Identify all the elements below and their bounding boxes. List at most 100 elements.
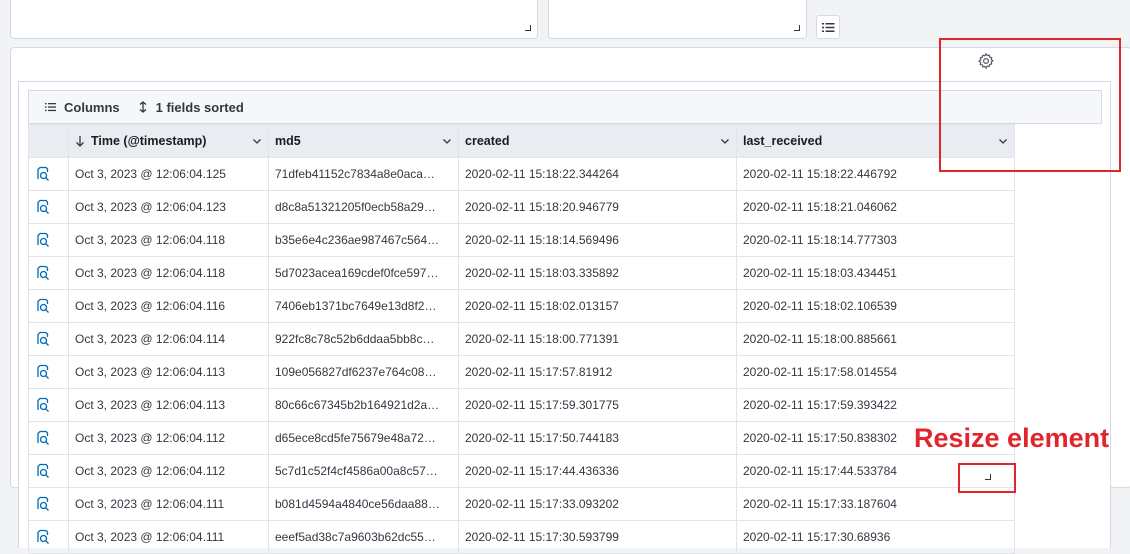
cell-time[interactable]: Oct 3, 2023 @ 12:06:04.111	[68, 487, 269, 521]
columns-label: Columns	[64, 99, 120, 115]
inspect-document-icon[interactable]	[35, 331, 51, 347]
inspect-document-icon[interactable]	[35, 529, 51, 545]
cell-time[interactable]: Oct 3, 2023 @ 12:06:04.118	[68, 223, 269, 257]
top-panel-middle	[548, 0, 807, 39]
list-icon	[45, 103, 56, 112]
cell-created[interactable]: 2020-02-11 15:17:59.301775	[458, 388, 737, 422]
cell-md5[interactable]: d65ece8cd5fe75679e48a72…	[268, 421, 459, 455]
cell-created[interactable]: 2020-02-11 15:17:33.093202	[458, 487, 737, 521]
list-icon	[821, 22, 834, 32]
column-header-label: Time (@timestamp)	[91, 134, 207, 148]
sort-arrows-icon	[139, 101, 147, 113]
column-header-created[interactable]: created	[458, 124, 737, 158]
row-control-cell	[28, 388, 69, 422]
cell-time[interactable]: Oct 3, 2023 @ 12:06:04.113	[68, 388, 269, 422]
row-control-cell	[28, 487, 69, 521]
cell-time[interactable]: Oct 3, 2023 @ 12:06:04.113	[68, 355, 269, 389]
inspect-document-icon[interactable]	[35, 232, 51, 248]
cell-last-received[interactable]: 2020-02-11 15:18:02.106539	[736, 289, 1015, 323]
chevron-down-icon[interactable]	[720, 136, 730, 146]
resize-handle[interactable]	[985, 474, 991, 480]
cell-created[interactable]: 2020-02-11 15:18:03.335892	[458, 256, 737, 290]
cell-time[interactable]: Oct 3, 2023 @ 12:06:04.112	[68, 421, 269, 455]
cell-created[interactable]: 2020-02-11 15:18:20.946779	[458, 190, 737, 224]
chevron-down-icon[interactable]	[252, 136, 262, 146]
column-header-time[interactable]: Time (@timestamp)	[68, 124, 269, 158]
cell-last-received[interactable]: 2020-02-11 15:17:59.393422	[736, 388, 1015, 422]
cell-md5[interactable]: 922fc8c78c52b6ddaa5bb8c…	[268, 322, 459, 356]
column-header-md5[interactable]: md5	[268, 124, 459, 158]
chevron-down-icon[interactable]	[442, 136, 452, 146]
row-control-cell	[28, 421, 69, 455]
cell-time[interactable]: Oct 3, 2023 @ 12:06:04.116	[68, 289, 269, 323]
inspect-document-icon[interactable]	[35, 463, 51, 479]
cell-created[interactable]: 2020-02-11 15:18:22.344264	[458, 157, 737, 191]
inspect-document-icon[interactable]	[35, 397, 51, 413]
resize-handle-top-left[interactable]	[525, 25, 531, 31]
arrow-down-icon	[76, 136, 84, 147]
cell-md5[interactable]: b081d4594a4840ce56daa88…	[268, 487, 459, 521]
cell-md5[interactable]: 5c7d1c52f4cf4586a00a8c57…	[268, 454, 459, 488]
row-control-cell	[28, 157, 69, 191]
cell-last-received[interactable]: 2020-02-11 15:17:58.014554	[736, 355, 1015, 389]
table-header-row: Time (@timestamp) md5 created last_recei…	[28, 124, 1015, 158]
cell-created[interactable]: 2020-02-11 15:18:02.013157	[458, 289, 737, 323]
column-header-label: md5	[275, 134, 301, 148]
table-row: Oct 3, 2023 @ 12:06:04.112 d65ece8cd5fe75…	[28, 421, 1015, 455]
cell-time[interactable]: Oct 3, 2023 @ 12:06:04.123	[68, 190, 269, 224]
cell-created[interactable]: 2020-02-11 15:17:57.81912	[458, 355, 737, 389]
panel-menu-button[interactable]	[816, 15, 840, 39]
cell-md5[interactable]: d8c8a51321205f0ecb58a29…	[268, 190, 459, 224]
cell-md5[interactable]: 5d7023acea169cdef0fce597…	[268, 256, 459, 290]
inspect-document-icon[interactable]	[35, 364, 51, 380]
row-control-cell	[28, 454, 69, 488]
cell-last-received[interactable]: 2020-02-11 15:18:21.046062	[736, 190, 1015, 224]
table-row: Oct 3, 2023 @ 12:06:04.113 109e056827df62…	[28, 355, 1015, 389]
cell-md5[interactable]: eeef5ad38c7a9603b62dc55…	[268, 520, 459, 554]
cell-time[interactable]: Oct 3, 2023 @ 12:06:04.125	[68, 157, 269, 191]
cell-md5[interactable]: 80c66c67345b2b164921d2a…	[268, 388, 459, 422]
table-row: Oct 3, 2023 @ 12:06:04.111 eeef5ad38c7a96…	[28, 520, 1015, 554]
sort-label: 1 fields sorted	[155, 99, 244, 115]
table-row: Oct 3, 2023 @ 12:06:04.111 b081d4594a4840…	[28, 487, 1015, 521]
table-row: Oct 3, 2023 @ 12:06:04.112 5c7d1c52f4cf45…	[28, 454, 1015, 488]
inspect-document-icon[interactable]	[35, 265, 51, 281]
table-row: Oct 3, 2023 @ 12:06:04.125 71dfeb41152c78…	[28, 157, 1015, 191]
cell-md5[interactable]: 7406eb1371bc7649e13d8f2…	[268, 289, 459, 323]
inspect-document-icon[interactable]	[35, 430, 51, 446]
cell-md5[interactable]: 109e056827df6237e764c08…	[268, 355, 459, 389]
row-control-cell	[28, 289, 69, 323]
cell-time[interactable]: Oct 3, 2023 @ 12:06:04.112	[68, 454, 269, 488]
row-control-cell	[28, 322, 69, 356]
cell-created[interactable]: 2020-02-11 15:17:30.593799	[458, 520, 737, 554]
cell-md5[interactable]: b35e6e4c236ae987467c564…	[268, 223, 459, 257]
inspect-document-icon[interactable]	[35, 298, 51, 314]
inspect-document-icon[interactable]	[35, 166, 51, 182]
cell-last-received[interactable]: 2020-02-11 15:17:30.68936	[736, 520, 1015, 554]
inspect-document-icon[interactable]	[35, 199, 51, 215]
cell-created[interactable]: 2020-02-11 15:17:50.744183	[458, 421, 737, 455]
resize-element-annotation: Resize element	[914, 423, 1110, 453]
row-control-cell	[28, 256, 69, 290]
header-control-column	[28, 124, 69, 158]
cell-time[interactable]: Oct 3, 2023 @ 12:06:04.114	[68, 322, 269, 356]
columns-button[interactable]: Columns	[45, 100, 120, 115]
cell-last-received[interactable]: 2020-02-11 15:18:14.777303	[736, 223, 1015, 257]
column-header-label: last_received	[743, 134, 823, 148]
cell-created[interactable]: 2020-02-11 15:18:00.771391	[458, 322, 737, 356]
top-panel-left	[10, 0, 538, 39]
cell-created[interactable]: 2020-02-11 15:17:44.436336	[458, 454, 737, 488]
inspect-document-icon[interactable]	[35, 496, 51, 512]
table-row: Oct 3, 2023 @ 12:06:04.114 922fc8c78c52b6…	[28, 322, 1015, 356]
cell-time[interactable]: Oct 3, 2023 @ 12:06:04.111	[68, 520, 269, 554]
table-row: Oct 3, 2023 @ 12:06:04.118 b35e6e4c236ae9…	[28, 223, 1015, 257]
sort-button[interactable]: 1 fields sorted	[138, 100, 244, 115]
settings-highlight-box	[939, 38, 1121, 172]
cell-md5[interactable]: 71dfeb41152c7834a8e0aca…	[268, 157, 459, 191]
cell-time[interactable]: Oct 3, 2023 @ 12:06:04.118	[68, 256, 269, 290]
cell-created[interactable]: 2020-02-11 15:18:14.569496	[458, 223, 737, 257]
row-control-cell	[28, 190, 69, 224]
cell-last-received[interactable]: 2020-02-11 15:18:00.885661	[736, 322, 1015, 356]
cell-last-received[interactable]: 2020-02-11 15:18:03.434451	[736, 256, 1015, 290]
resize-handle-top-middle[interactable]	[794, 25, 800, 31]
